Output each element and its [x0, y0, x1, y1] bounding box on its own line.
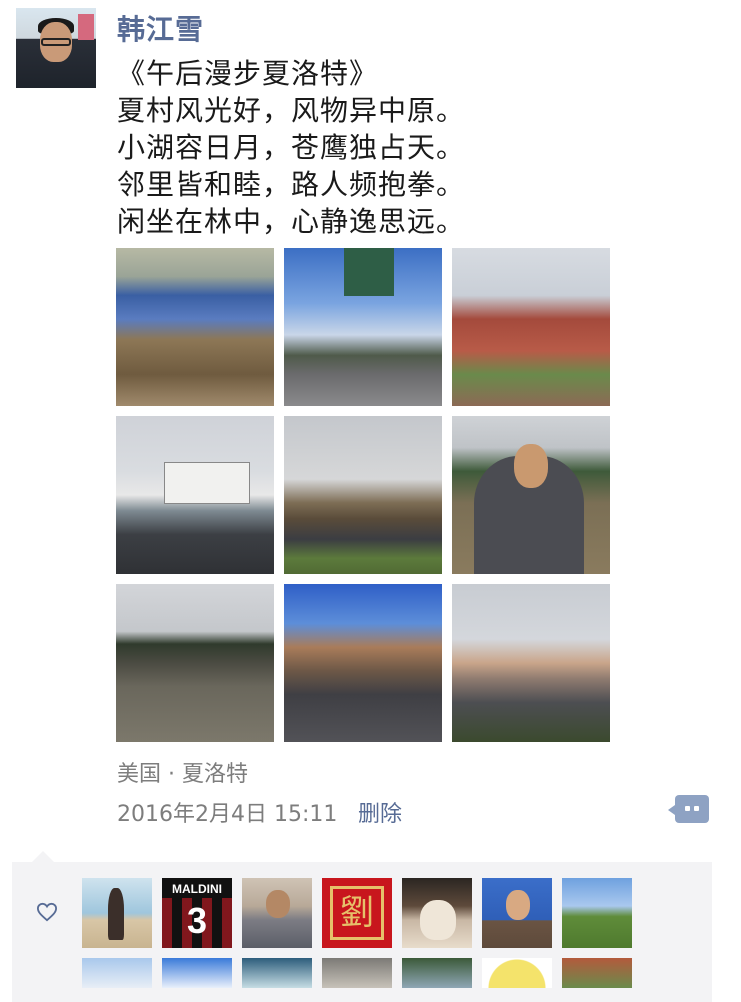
- location-label[interactable]: 美国 · 夏洛特: [117, 756, 248, 788]
- liker-avatar[interactable]: [162, 958, 232, 988]
- liker-avatar[interactable]: [482, 878, 552, 948]
- liker-avatar[interactable]: [562, 878, 632, 948]
- comment-dot: [685, 806, 690, 811]
- liker-avatar[interactable]: 劉: [322, 878, 392, 948]
- liker-avatar[interactable]: [242, 958, 312, 988]
- liker-avatar[interactable]: [402, 958, 472, 988]
- author-name[interactable]: 韩江雪: [117, 8, 204, 48]
- liker-avatar[interactable]: [402, 878, 472, 948]
- poem-title: 《午后漫步夏洛特》: [117, 57, 379, 90]
- avatar-glasses: [41, 38, 71, 46]
- photo-lake-treeline[interactable]: [116, 584, 274, 742]
- poem-line: 闲坐在林中，心静逸思远。: [117, 205, 466, 238]
- photo-parking-lot[interactable]: [452, 584, 610, 742]
- photo-highway-sun[interactable]: [284, 248, 442, 406]
- liker-avatar[interactable]: MALDINI 3: [162, 878, 232, 948]
- liker-avatar[interactable]: [482, 958, 552, 988]
- poem-line: 邻里皆和睦，路人频抱拳。: [117, 168, 466, 201]
- photo-brick-plaza[interactable]: [452, 248, 610, 406]
- liker-avatar[interactable]: [82, 958, 152, 988]
- liker-avatar-number: 3: [186, 900, 208, 941]
- photo-pond-shore[interactable]: [116, 248, 274, 406]
- photo-truck-road[interactable]: [116, 416, 274, 574]
- post-text: 《午后漫步夏洛特》 夏村风光好，风物异中原。 小湖容日月，苍鹰独占天。 邻里皆和…: [117, 55, 465, 240]
- photo-apartments-street[interactable]: [284, 584, 442, 742]
- heart-outline-icon: [36, 902, 58, 922]
- post-timestamp: 2016年2月4日 15:11: [117, 802, 338, 827]
- liker-avatar[interactable]: [242, 878, 312, 948]
- liker-avatar[interactable]: [562, 958, 632, 988]
- likes-panel-caret: [32, 851, 54, 862]
- liker-avatar[interactable]: [322, 958, 392, 988]
- photo-construction-site[interactable]: [284, 416, 442, 574]
- photo-grid: [116, 248, 610, 742]
- liker-avatar-seal: 劉: [330, 886, 384, 940]
- avatar-background-sign: [78, 14, 94, 40]
- delete-button[interactable]: 删除: [358, 796, 402, 828]
- liker-avatar[interactable]: [82, 878, 152, 948]
- liker-avatar-text: MALDINI: [172, 882, 222, 896]
- poem-line: 小湖容日月，苍鹰独占天。: [117, 131, 466, 164]
- poem-line: 夏村风光好，风物异中原。: [117, 94, 466, 127]
- comment-bubble-tail: [668, 805, 675, 815]
- author-avatar[interactable]: [16, 8, 96, 88]
- comment-dot: [694, 806, 699, 811]
- photo-man-by-lake[interactable]: [452, 416, 610, 574]
- comment-more-icon[interactable]: [668, 795, 709, 823]
